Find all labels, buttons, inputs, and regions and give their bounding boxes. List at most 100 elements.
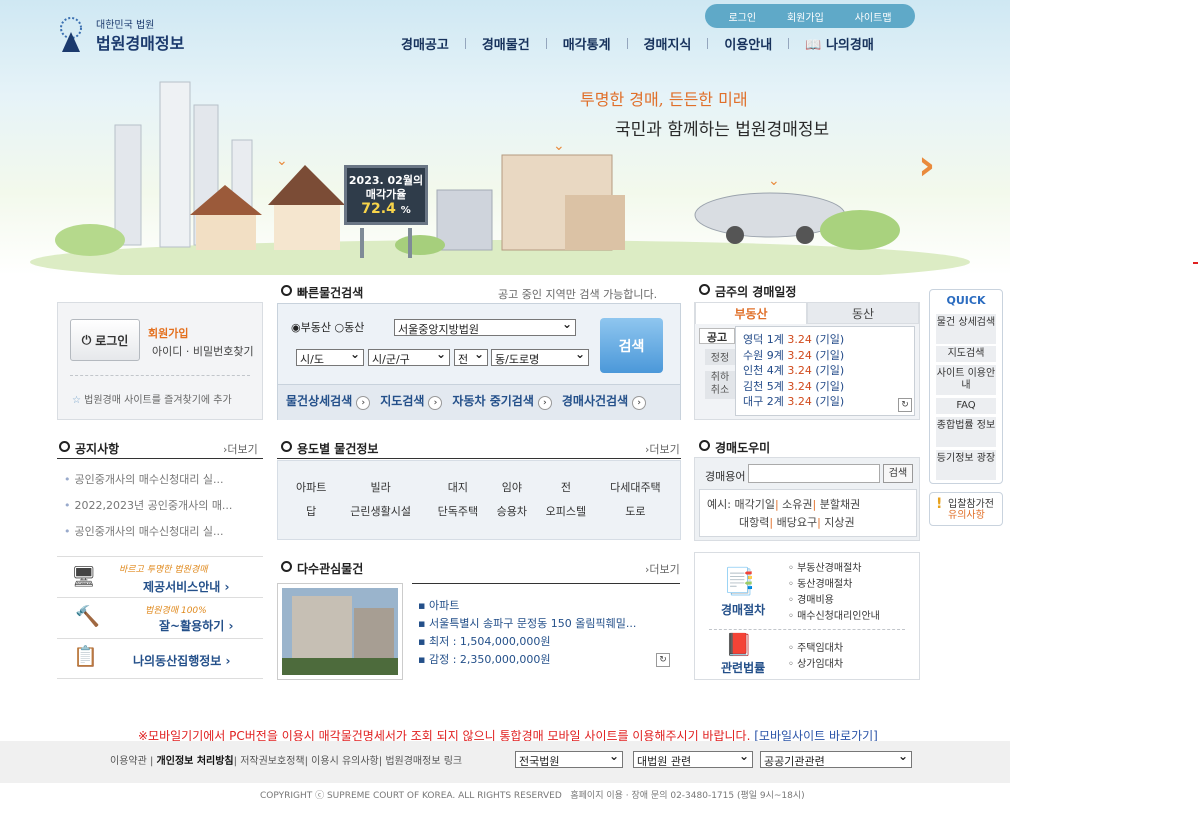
- usage-item[interactable]: 답: [288, 499, 334, 523]
- sale-rate-billboard[interactable]: 2023. 02월의 매각가율 72.4 %: [344, 165, 428, 225]
- tab-movable[interactable]: 동산: [807, 302, 919, 324]
- nav-auction-knowledge[interactable]: 경매지식: [628, 34, 708, 53]
- usage-item[interactable]: 근린생활시설: [334, 499, 427, 523]
- banner-next-arrow-icon[interactable]: ›: [918, 140, 935, 189]
- side-tab-notice[interactable]: 공고: [699, 328, 735, 344]
- sigungu-select[interactable]: 시/군/구: [368, 349, 450, 366]
- schedule-list-box: 영덕 1계 3.24 (기일) 수원 9계 3.24 (기일) 인천 4계 3.…: [735, 326, 915, 416]
- law-link[interactable]: ◦ 주택임대차: [788, 641, 843, 657]
- court-emblem-icon: [60, 17, 82, 52]
- side-tab-correction[interactable]: 정정: [705, 349, 735, 365]
- term-link[interactable]: 매각기일: [734, 498, 774, 511]
- schedule-item[interactable]: 대구 2계 3.24 (기일): [743, 394, 844, 410]
- usage-item[interactable]: 아파트: [288, 475, 334, 499]
- login-button[interactable]: ⏻ 로그인: [70, 319, 140, 361]
- usage-select[interactable]: 전: [454, 349, 488, 366]
- refresh-icon[interactable]: ↻: [898, 398, 912, 412]
- usage-item[interactable]: 전: [535, 475, 597, 499]
- vehicle-search-link[interactable]: 자동차 중기검색 ›: [452, 392, 552, 410]
- term-search-input[interactable]: [748, 464, 880, 483]
- signup-link-box[interactable]: 회원가입: [148, 325, 188, 341]
- schedule-item[interactable]: 수원 9계 3.24 (기일): [743, 348, 844, 364]
- nav-sale-stats[interactable]: 매각통계: [547, 34, 627, 53]
- quick-detail-search[interactable]: 물건 상세검색: [936, 314, 996, 344]
- nav-my-auction[interactable]: 📖 나의경매: [789, 34, 890, 53]
- term-link[interactable]: 소유권: [782, 498, 812, 511]
- procedure-link[interactable]: ◦ 매수신청대리인안내: [788, 609, 880, 625]
- procedure-link[interactable]: ◦ 동산경매절차: [788, 577, 880, 593]
- property-type-radio[interactable]: ◉부동산 ○동산: [291, 319, 364, 335]
- interest-address-label: 서울특별시 송파구 문정동 150 올림픽훼밀...: [428, 617, 637, 630]
- law-link[interactable]: ◦ 상가임대차: [788, 657, 843, 673]
- nav-usage-guide[interactable]: 이용안내: [708, 34, 788, 53]
- usage-item[interactable]: 대지: [427, 475, 489, 499]
- quick-law-info[interactable]: 종합법률 정보: [936, 417, 996, 447]
- footer-copyright-policy-link[interactable]: 저작권보호정책: [240, 756, 304, 767]
- notice-item[interactable]: 공인중개사의 매수신청대리 실...: [64, 471, 232, 487]
- dong-select[interactable]: 동/도로명: [491, 349, 589, 366]
- main-navigation: 경매공고 경매물건 매각통계 경매지식 이용안내 📖 나의경매: [385, 34, 890, 53]
- notice-item[interactable]: 공인중개사의 매수신청대리 실...: [64, 523, 232, 539]
- sido-select[interactable]: 시/도: [296, 349, 364, 366]
- schedule-item[interactable]: 김천 5계 3.24 (기일): [743, 379, 844, 395]
- interest-photo[interactable]: [277, 583, 403, 680]
- case-search-link[interactable]: 경매사건검색 ›: [562, 392, 647, 410]
- usage-item[interactable]: 다세대주택: [597, 475, 674, 499]
- tab-realestate[interactable]: 부동산: [695, 302, 807, 324]
- sitemap-link[interactable]: 사이트맵: [855, 9, 892, 24]
- map-search-link[interactable]: 지도검색 ›: [380, 392, 443, 410]
- detail-search-link[interactable]: 물건상세검색 ›: [286, 392, 371, 410]
- footer-caution-link[interactable]: 이용시 유의사항: [311, 756, 379, 767]
- schedule-item[interactable]: 영덕 1계 3.24 (기일): [743, 332, 844, 348]
- find-account-link[interactable]: 아이디 · 비밀번호찾기: [152, 343, 254, 359]
- refresh-icon[interactable]: ↻: [656, 653, 670, 667]
- court-select[interactable]: 서울중앙지방법원: [394, 319, 576, 336]
- procedure-title[interactable]: 경매절차: [721, 601, 765, 618]
- footer-court-select[interactable]: 전국법원: [515, 751, 623, 768]
- interest-type[interactable]: ▪ 아파트: [418, 597, 636, 615]
- usage-item[interactable]: 임야: [489, 475, 535, 499]
- footer-terms-link[interactable]: 이용약관: [110, 756, 147, 767]
- interest-address[interactable]: ▪ 서울특별시 송파구 문정동 150 올림픽훼밀...: [418, 615, 636, 633]
- procedure-link[interactable]: ◦ 부동산경매절차: [788, 561, 880, 577]
- interest-more-link[interactable]: ›더보기: [645, 561, 680, 577]
- usage-item[interactable]: 단독주택: [427, 499, 489, 523]
- bid-caution-link[interactable]: ! 입찰참가전 유의사항: [929, 492, 1003, 526]
- usage-more-link[interactable]: ›더보기: [645, 441, 680, 457]
- quick-map-search[interactable]: 지도검색: [936, 346, 996, 362]
- law-title[interactable]: 관련법률: [721, 659, 765, 676]
- usage-item[interactable]: 빌라: [334, 475, 427, 499]
- footer-link-info[interactable]: 법원경매정보 링크: [385, 756, 462, 767]
- my-execution-link[interactable]: 나의동산집행정보 ›: [133, 652, 230, 669]
- utility-menu: 로그인 회원가입 사이트맵: [705, 4, 915, 28]
- term-search-button[interactable]: 검색: [883, 464, 913, 483]
- term-link[interactable]: 대항력: [739, 516, 769, 529]
- term-link[interactable]: 분할채권: [820, 498, 860, 511]
- add-favorite-link[interactable]: ☆ 법원경매 사이트를 즐겨찾기에 추가: [72, 391, 232, 406]
- procedure-link[interactable]: ◦ 경매비용: [788, 593, 880, 609]
- side-tab-withdrawal[interactable]: 취하 취소: [705, 371, 735, 399]
- usage-item[interactable]: 도로: [597, 499, 674, 523]
- term-link[interactable]: 지상권: [824, 516, 854, 529]
- usage-item[interactable]: 승용차: [489, 499, 535, 523]
- quick-registry[interactable]: 등기정보 광장: [936, 450, 996, 480]
- login-link[interactable]: 로그인: [728, 9, 756, 24]
- quick-faq[interactable]: FAQ: [936, 398, 996, 414]
- schedule-item[interactable]: 인천 4계 3.24 (기일): [743, 363, 844, 379]
- notice-more-link[interactable]: ›더보기: [223, 441, 258, 457]
- nav-auction-notice[interactable]: 경매공고: [385, 34, 465, 53]
- signup-link[interactable]: 회원가입: [787, 9, 824, 24]
- footer-public-select[interactable]: 공공기관관련: [760, 751, 912, 768]
- logo-title: 법원경매정보: [96, 34, 185, 53]
- use-well-link[interactable]: 잘~활용하기 ›: [159, 617, 233, 634]
- term-link[interactable]: 배당요구: [777, 516, 817, 529]
- quick-site-guide[interactable]: 사이트 이용안내: [936, 365, 996, 395]
- service-guide-link[interactable]: 제공서비스안내 ›: [143, 578, 229, 595]
- quick-search-button[interactable]: 검색: [600, 318, 663, 373]
- usage-item[interactable]: 오피스텔: [535, 499, 597, 523]
- nav-auction-items[interactable]: 경매물건: [466, 34, 546, 53]
- footer-supreme-select[interactable]: 대법원 관련: [633, 751, 753, 768]
- notice-item[interactable]: 2022,2023년 공인중개사의 매...: [64, 497, 233, 513]
- footer-privacy-link[interactable]: 개인정보 처리방침: [157, 756, 234, 767]
- schedule-court: 대구 2계: [743, 395, 784, 408]
